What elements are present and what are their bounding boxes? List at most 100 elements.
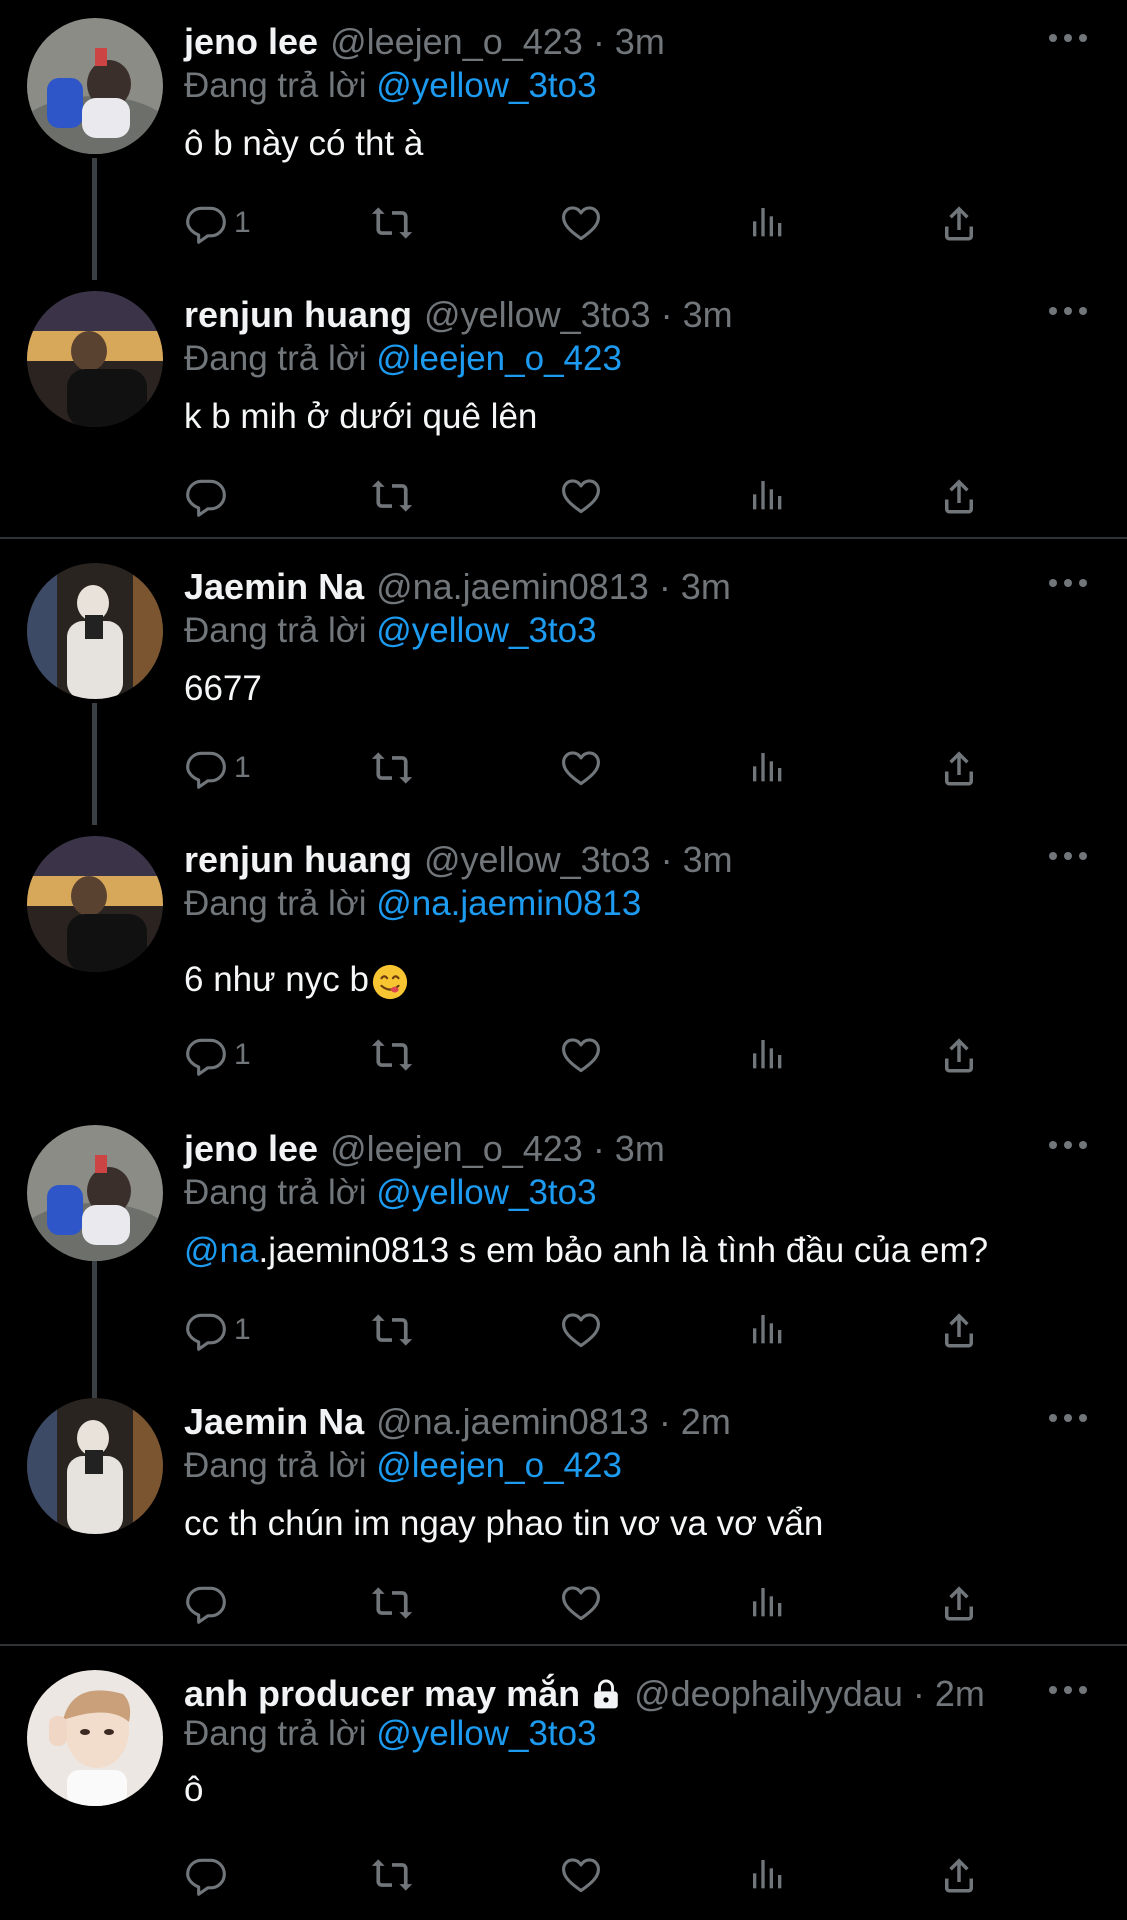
avatar[interactable]: [27, 291, 163, 427]
more-icon[interactable]: [1049, 1402, 1089, 1432]
retweet-icon: [370, 474, 414, 518]
reply-count: 1: [234, 1038, 251, 1071]
share-button[interactable]: [938, 193, 980, 253]
reply-mention[interactable]: @leejen_o_423: [376, 339, 622, 378]
reply-count: 1: [234, 206, 251, 239]
avatar[interactable]: [27, 1670, 163, 1806]
reply-icon: [184, 474, 228, 518]
more-icon[interactable]: [1049, 840, 1089, 870]
share-icon: [938, 1034, 980, 1076]
tweet[interactable]: renjun huang @yellow_3to3 · 3m Đang trả …: [0, 273, 1127, 535]
tweet[interactable]: Jaemin Na @na.jaemin0813 · 2m Đang trả l…: [0, 1380, 1127, 1642]
retweet-button[interactable]: [370, 1300, 414, 1360]
retweet-button[interactable]: [370, 738, 414, 798]
views-button[interactable]: [748, 1300, 788, 1360]
display-name[interactable]: anh producer may mắn: [184, 1673, 580, 1715]
reply-context: Đang trả lời @yellow_3to3: [184, 611, 597, 651]
handle-time[interactable]: @yellow_3to3 · 3m: [424, 839, 733, 881]
tweet-text: cc th chún im ngay phao tin vơ va vơ vẩn: [184, 1504, 824, 1543]
reply-mention[interactable]: @yellow_3to3: [376, 1173, 596, 1212]
handle-time[interactable]: @deophailyydau · 2m: [634, 1673, 985, 1715]
tweet[interactable]: anh producer may mắn @deophailyydau · 2m…: [0, 1652, 1127, 1920]
views-button[interactable]: [748, 193, 788, 253]
share-button[interactable]: [938, 466, 980, 526]
reply-button[interactable]: 1: [184, 1025, 251, 1085]
tweet-text: 6 như nyc b: [184, 960, 369, 999]
views-icon: [748, 476, 788, 516]
reply-mention[interactable]: @yellow_3to3: [376, 1714, 596, 1753]
like-button[interactable]: [559, 1845, 603, 1905]
display-name[interactable]: jeno lee: [184, 1128, 318, 1170]
avatar[interactable]: [27, 836, 163, 972]
views-button[interactable]: [748, 1573, 788, 1633]
tweet-text: k b mih ở dưới quê lên: [184, 397, 538, 436]
reply-button[interactable]: [184, 1573, 228, 1633]
like-button[interactable]: [559, 466, 603, 526]
share-button[interactable]: [938, 1573, 980, 1633]
handle-time[interactable]: @leejen_o_423 · 3m: [330, 1128, 665, 1170]
share-button[interactable]: [938, 1300, 980, 1360]
reply-button[interactable]: 1: [184, 738, 251, 798]
avatar[interactable]: [27, 563, 163, 699]
action-bar: [184, 1845, 1004, 1905]
reply-mention[interactable]: @na.jaemin0813: [376, 884, 641, 923]
avatar[interactable]: [27, 1125, 163, 1261]
tweet[interactable]: jeno lee @leejen_o_423 · 3m Đang trả lời…: [0, 1107, 1127, 1379]
retweet-icon: [370, 746, 414, 790]
retweet-button[interactable]: [370, 466, 414, 526]
reply-button[interactable]: [184, 466, 228, 526]
display-name[interactable]: jeno lee: [184, 21, 318, 63]
reply-prefix: Đang trả lời: [184, 339, 367, 378]
retweet-button[interactable]: [370, 1025, 414, 1085]
handle-time[interactable]: @na.jaemin0813 · 3m: [376, 566, 731, 608]
reply-mention[interactable]: @yellow_3to3: [376, 611, 596, 650]
display-name[interactable]: renjun huang: [184, 839, 412, 881]
retweet-button[interactable]: [370, 1845, 414, 1905]
reply-button[interactable]: 1: [184, 193, 251, 253]
yum-emoji: [372, 964, 408, 999]
heart-icon: [559, 1033, 603, 1077]
like-button[interactable]: [559, 1573, 603, 1633]
tweet[interactable]: Jaemin Na @na.jaemin0813 · 3m Đang trả l…: [0, 545, 1127, 817]
more-icon[interactable]: [1049, 1129, 1089, 1159]
reply-mention[interactable]: @leejen_o_423: [376, 1446, 622, 1485]
views-button[interactable]: [748, 1845, 788, 1905]
avatar[interactable]: [27, 18, 163, 154]
views-button[interactable]: [748, 1025, 788, 1085]
reply-button[interactable]: [184, 1845, 228, 1905]
reply-mention[interactable]: @yellow_3to3: [376, 66, 596, 105]
more-icon[interactable]: [1049, 567, 1089, 597]
text-mention[interactable]: @na: [184, 1231, 258, 1270]
handle-time[interactable]: @na.jaemin0813 · 2m: [376, 1401, 731, 1443]
share-button[interactable]: [938, 1845, 980, 1905]
share-button[interactable]: [938, 738, 980, 798]
more-icon[interactable]: [1049, 295, 1089, 325]
retweet-button[interactable]: [370, 193, 414, 253]
display-name[interactable]: Jaemin Na: [184, 1401, 364, 1443]
handle-time[interactable]: @yellow_3to3 · 3m: [424, 294, 733, 336]
handle-time[interactable]: @leejen_o_423 · 3m: [330, 21, 665, 63]
views-button[interactable]: [748, 466, 788, 526]
heart-icon: [559, 201, 603, 245]
avatar[interactable]: [27, 1398, 163, 1534]
retweet-button[interactable]: [370, 1573, 414, 1633]
action-bar: [184, 1573, 1004, 1633]
share-button[interactable]: [938, 1025, 980, 1085]
more-icon[interactable]: [1049, 1674, 1089, 1704]
reply-context: Đang trả lời @leejen_o_423: [184, 1446, 622, 1486]
like-button[interactable]: [559, 1025, 603, 1085]
divider: [0, 1644, 1127, 1646]
display-name[interactable]: renjun huang: [184, 294, 412, 336]
views-icon: [748, 1310, 788, 1350]
action-bar: 1: [184, 1025, 1004, 1085]
like-button[interactable]: [559, 193, 603, 253]
retweet-icon: [370, 201, 414, 245]
like-button[interactable]: [559, 1300, 603, 1360]
more-icon[interactable]: [1049, 22, 1089, 52]
tweet[interactable]: jeno lee @leejen_o_423 · 3m Đang trả lời…: [0, 0, 1127, 272]
display-name[interactable]: Jaemin Na: [184, 566, 364, 608]
views-button[interactable]: [748, 738, 788, 798]
like-button[interactable]: [559, 738, 603, 798]
tweet[interactable]: renjun huang @yellow_3to3 · 3m Đang trả …: [0, 818, 1127, 1108]
reply-button[interactable]: 1: [184, 1300, 251, 1360]
